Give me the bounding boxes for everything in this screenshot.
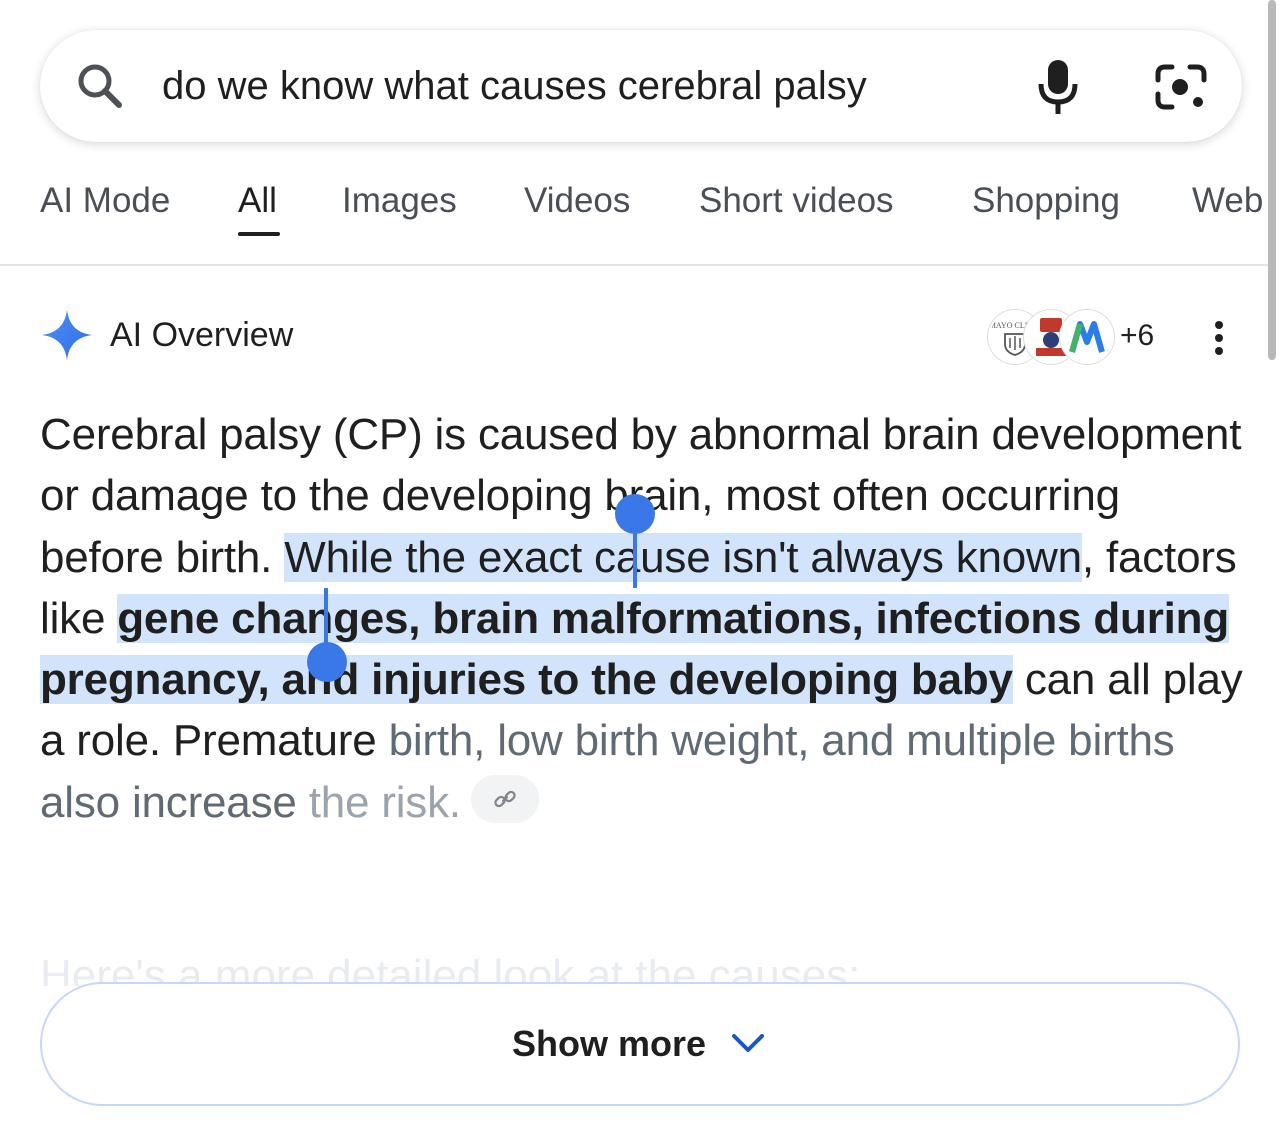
scrollbar[interactable] bbox=[1268, 0, 1276, 360]
tab-shopping[interactable]: Shopping bbox=[972, 179, 1120, 223]
chevron-down-icon bbox=[732, 1034, 764, 1052]
tab-images[interactable]: Images bbox=[342, 179, 457, 223]
search-bar[interactable]: do we know what causes cerebral palsy bbox=[40, 30, 1242, 142]
search-input[interactable]: do we know what causes cerebral palsy bbox=[162, 60, 867, 112]
active-tab-indicator bbox=[238, 232, 280, 236]
source-favicons[interactable]: MAYO CLINIC bbox=[988, 310, 1118, 364]
google-lens-icon[interactable] bbox=[1154, 62, 1208, 112]
source-link-chip[interactable] bbox=[470, 775, 539, 824]
selected-text[interactable]: While the exact cause isn't always known bbox=[284, 532, 1082, 582]
tab-web[interactable]: Web bbox=[1192, 179, 1263, 223]
tab-short-videos[interactable]: Short videos bbox=[699, 179, 894, 223]
selection-end-handle[interactable] bbox=[302, 586, 352, 686]
tab-videos[interactable]: Videos bbox=[524, 179, 630, 223]
tab-ai-mode[interactable]: AI Mode bbox=[40, 179, 170, 223]
ai-overview-paragraph: Cerebral palsy (CP) is caused by abnorma… bbox=[40, 404, 1250, 833]
ai-sparkle-icon bbox=[42, 310, 92, 360]
tabs-divider bbox=[0, 264, 1270, 266]
source-count[interactable]: +6 bbox=[1120, 318, 1154, 354]
ai-overview-title: AI Overview bbox=[110, 316, 294, 354]
faded-next-line: Here's a more detailed look at the cause… bbox=[40, 951, 861, 986]
more-options-icon[interactable] bbox=[1205, 318, 1233, 358]
show-more-button[interactable]: Show more bbox=[40, 982, 1240, 1106]
blue-green-logo bbox=[1060, 310, 1114, 364]
show-more-label: Show more bbox=[512, 1023, 707, 1064]
selection-start-handle[interactable] bbox=[612, 492, 660, 590]
search-tabs: AI Mode All Images Videos Short videos S… bbox=[0, 165, 1270, 265]
tab-all[interactable]: All bbox=[238, 179, 277, 223]
search-icon bbox=[78, 64, 122, 108]
microphone-icon[interactable] bbox=[1036, 58, 1080, 116]
link-icon bbox=[494, 790, 516, 808]
overview-text-part5: the risk. bbox=[308, 777, 461, 827]
